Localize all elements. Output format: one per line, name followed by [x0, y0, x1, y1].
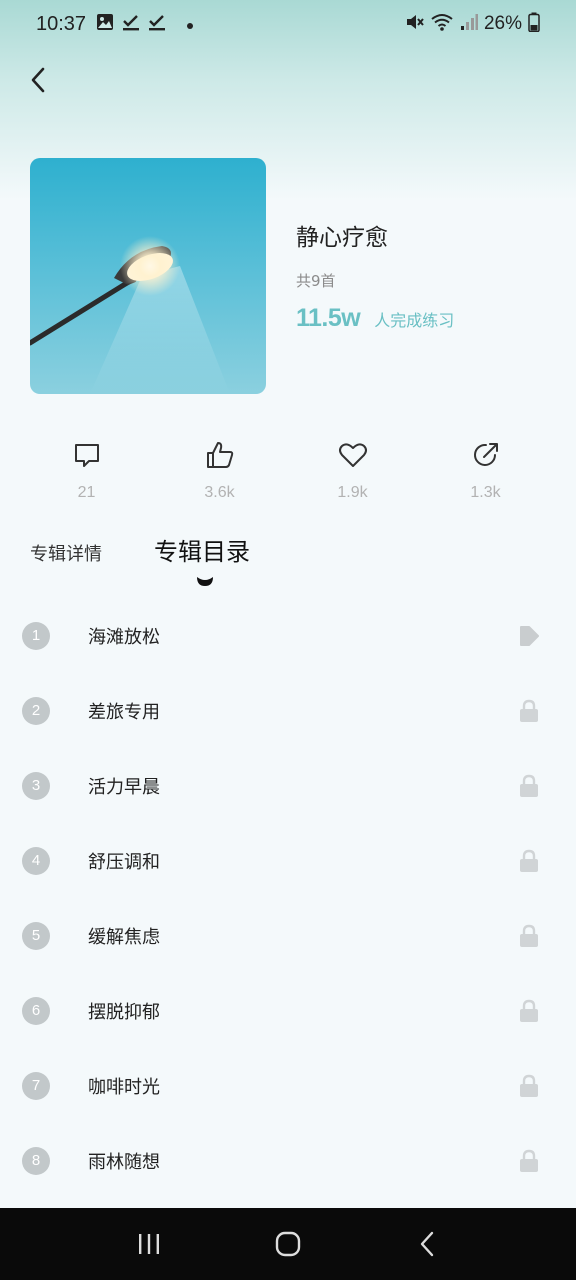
dot-icon [186, 13, 194, 35]
image-icon [96, 13, 114, 36]
track-item[interactable]: 1 海滩放松 [0, 598, 576, 673]
track-name: 活力早晨 [88, 776, 160, 798]
lock-icon [517, 999, 541, 1023]
heart-icon [338, 440, 368, 470]
track-number: 1 [22, 621, 50, 650]
track-number: 5 [22, 921, 50, 950]
track-item[interactable]: 7 咖啡时光 [0, 1048, 576, 1123]
thumbs-up-icon [205, 440, 235, 470]
battery-icon [528, 12, 540, 37]
system-nav-bar [0, 1208, 576, 1280]
signal-icon [460, 13, 478, 36]
recents-button[interactable] [125, 1220, 173, 1268]
home-icon [275, 1231, 301, 1257]
mute-icon [404, 12, 424, 37]
album-cover [30, 158, 266, 394]
track-item[interactable]: 4 舒压调和 [0, 823, 576, 898]
track-number: 4 [22, 846, 50, 875]
comment-icon [72, 440, 102, 470]
play-icon[interactable] [517, 624, 541, 648]
share-button[interactable]: 1.3k [419, 440, 552, 502]
back-button[interactable] [22, 60, 54, 100]
completion-label: 人完成练习 [374, 311, 455, 330]
nav-back-button[interactable] [403, 1220, 451, 1268]
home-button[interactable] [264, 1220, 312, 1268]
wifi-icon [430, 12, 454, 37]
lock-icon [517, 699, 541, 723]
action-row: 21 3.6k 1.9k 1.3k [20, 440, 552, 502]
status-bar: 10:37 26% [0, 0, 576, 48]
completion-count: 11.5w [296, 304, 361, 332]
share-count: 1.3k [470, 484, 501, 501]
lock-icon [517, 774, 541, 798]
track-number: 3 [22, 771, 50, 800]
battery-percent: 26% [483, 13, 522, 34]
comment-count: 21 [77, 484, 96, 501]
track-name: 咖啡时光 [88, 1076, 160, 1098]
recents-icon [139, 1234, 160, 1254]
track-name: 雨林随想 [88, 1151, 160, 1173]
lock-icon [517, 1149, 541, 1173]
chevron-left-icon [31, 67, 45, 93]
lock-icon [517, 924, 541, 948]
album-track-count: 共9首 [296, 272, 336, 290]
like-button[interactable]: 3.6k [153, 440, 286, 502]
album-title: 静心疗愈 [296, 225, 388, 251]
tab-album-catalog[interactable]: 专辑目录 [154, 532, 250, 567]
comment-button[interactable]: 21 [20, 440, 153, 502]
track-number: 8 [22, 1146, 50, 1175]
track-number: 6 [22, 996, 50, 1025]
tab-album-detail[interactable]: 专辑详情 [30, 540, 102, 566]
track-name: 摆脱抑郁 [88, 1001, 160, 1023]
track-number: 7 [22, 1071, 50, 1100]
track-name: 缓解焦虑 [88, 926, 160, 948]
check-icon [148, 13, 166, 36]
lock-icon [517, 849, 541, 873]
track-name: 差旅专用 [88, 701, 160, 723]
check-icon [122, 13, 140, 36]
share-icon [471, 440, 501, 470]
street-lamp-image [30, 236, 230, 394]
favorite-button[interactable]: 1.9k [286, 440, 419, 502]
track-name: 舒压调和 [88, 851, 160, 873]
active-tab-indicator [196, 572, 214, 586]
track-list: 1 海滩放松 2 差旅专用 3 活力早晨 4 舒压调和 5 缓解焦虑 6 摆脱抑… [0, 598, 576, 1198]
status-system-icons: 26% [404, 12, 540, 37]
like-count: 3.6k [204, 484, 235, 501]
album-completion-stat: 11.5w 人完成练习 [296, 304, 454, 333]
lock-icon [517, 1074, 541, 1098]
track-name: 海滩放松 [88, 626, 160, 648]
track-number: 2 [22, 696, 50, 725]
back-icon [420, 1231, 433, 1257]
track-item[interactable]: 2 差旅专用 [0, 673, 576, 748]
track-item[interactable]: 8 雨林随想 [0, 1123, 576, 1198]
track-item[interactable]: 6 摆脱抑郁 [0, 973, 576, 1048]
status-time: 10:37 [36, 12, 87, 35]
status-notifications [96, 13, 194, 36]
favorite-count: 1.9k [337, 484, 368, 501]
track-item[interactable]: 5 缓解焦虑 [0, 898, 576, 973]
track-item[interactable]: 3 活力早晨 [0, 748, 576, 823]
